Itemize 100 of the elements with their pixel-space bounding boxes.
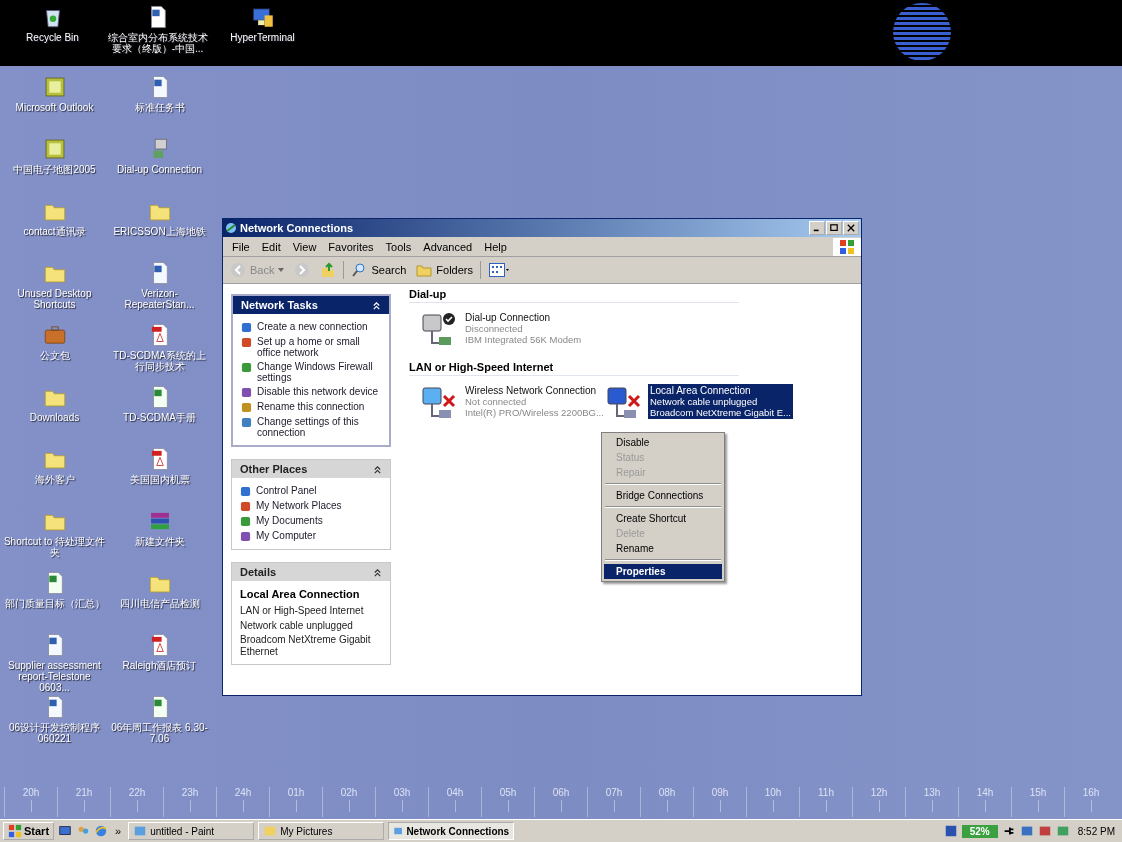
panel-title: Network Tasks: [241, 299, 318, 311]
task-icon: [241, 322, 252, 333]
window-icon: [263, 824, 278, 838]
hour-label: 22h: [128, 787, 146, 798]
connection-device: IBM Integrated 56K Modem: [465, 334, 582, 345]
menu-item[interactable]: File: [227, 239, 255, 254]
task-link[interactable]: Change settings of this connection: [257, 416, 381, 438]
clock: 8:52 PM: [1076, 825, 1116, 837]
hour-label: 16h: [1082, 787, 1100, 798]
menu-item[interactable]: Properties: [604, 564, 722, 579]
hour-label: 07h: [605, 787, 623, 798]
folder-up-icon: [320, 262, 337, 278]
task-icon: [240, 501, 251, 512]
hour-label: 09h: [711, 787, 729, 798]
hour-label: 11h: [818, 787, 834, 798]
group-heading: Dial-up: [409, 288, 739, 303]
hour-label: 12h: [870, 787, 888, 798]
taskbar-button[interactable]: untitled - Paint: [128, 822, 255, 840]
overflow-chevron[interactable]: »: [112, 825, 125, 837]
caret-icon: [278, 268, 285, 272]
connection-status: Disconnected: [465, 323, 524, 334]
hour-label: 06h: [552, 787, 570, 798]
menu-item[interactable]: Rename: [604, 541, 722, 556]
menu-item[interactable]: Disable: [604, 435, 722, 450]
window-icon: [133, 824, 148, 838]
minimize-button[interactable]: [809, 221, 825, 235]
hour-label: 23h: [181, 787, 199, 798]
task-link[interactable]: My Computer: [256, 530, 316, 541]
task-icon: [240, 516, 251, 527]
taskbar-button[interactable]: My Pictures: [258, 822, 385, 840]
task-icon: [240, 531, 251, 542]
connection-name[interactable]: Wireless Network Connection: [465, 385, 604, 396]
hour-label: 01h: [287, 787, 305, 798]
menu-item[interactable]: Tools: [380, 239, 417, 254]
folder-icon: [416, 262, 433, 278]
details-text: Broadcom NetXtreme Gigabit Ethernet: [240, 634, 372, 657]
details-text: LAN or High-Speed Internet: [240, 605, 365, 617]
views-icon: [488, 263, 510, 277]
tray-icon[interactable]: [1037, 824, 1052, 838]
maximize-icon: [830, 224, 838, 232]
menu-item[interactable]: View: [287, 239, 322, 254]
connection-name[interactable]: Local Area Connection: [650, 385, 791, 396]
window-title: Network Connections: [240, 222, 355, 234]
connection-device: Intel(R) PRO/Wireless 2200BG...: [465, 407, 604, 418]
taskbar-button[interactable]: Network Connections: [388, 822, 515, 840]
task-link[interactable]: Create a new connection: [257, 321, 368, 332]
maximize-button[interactable]: [826, 221, 842, 235]
search-icon: [351, 262, 368, 278]
connection-status: Not connected: [465, 396, 528, 407]
group-heading: LAN or High-Speed Internet: [409, 361, 739, 376]
desktop-icon[interactable]: [58, 824, 73, 838]
menu-item[interactable]: Edit: [256, 239, 286, 254]
hour-label: 24h: [234, 787, 252, 798]
hour-label: 21h: [75, 787, 93, 798]
task-icon: [241, 387, 252, 398]
task-link[interactable]: Rename this connection: [257, 401, 365, 412]
panel-title: Details: [240, 566, 277, 578]
task-link[interactable]: My Network Places: [256, 500, 342, 511]
hour-label: 02h: [340, 787, 358, 798]
task-link[interactable]: Control Panel: [256, 485, 317, 496]
hour-label: 05h: [499, 787, 517, 798]
task-link[interactable]: Set up a home or small office network: [257, 336, 381, 358]
task-icon: [241, 417, 252, 428]
panel-title: Other Places: [240, 463, 308, 475]
icon-label[interactable]: 综合室内分布系统技术要求（终版）-中国...: [106, 32, 209, 54]
hour-label: 14h: [976, 787, 994, 798]
close-button[interactable]: [843, 221, 859, 235]
icon-label[interactable]: Recycle Bin: [26, 32, 79, 43]
search-button[interactable]: Search: [348, 260, 410, 280]
menu-item[interactable]: Create Shortcut: [604, 511, 722, 526]
hour-label: 20h: [22, 787, 40, 798]
network-icon: [225, 222, 237, 234]
task-icon: [241, 402, 252, 413]
menu-item[interactable]: Help: [479, 239, 512, 254]
start-button[interactable]: Start: [3, 822, 55, 840]
collapse-chevron-icon[interactable]: [373, 567, 382, 577]
task-icon: [241, 362, 252, 373]
task-link[interactable]: My Documents: [256, 515, 323, 526]
menu-item[interactable]: Bridge Connections: [604, 488, 722, 503]
hour-label: 08h: [658, 787, 676, 798]
close-icon: [847, 224, 855, 232]
connection-name[interactable]: Dial-up Connection: [465, 312, 582, 323]
connection-status: Network cable unplugged: [650, 396, 759, 407]
menu-item[interactable]: Advanced: [418, 239, 478, 254]
task-icon: [240, 486, 251, 497]
menu-item[interactable]: Favorites: [323, 239, 379, 254]
task-icon: [241, 337, 252, 348]
connection-device: Broadcom NetXtreme Gigabit E...: [650, 407, 791, 418]
folders-button[interactable]: Folders: [413, 260, 476, 280]
browser-icon[interactable]: [94, 824, 109, 838]
task-link[interactable]: Disable this network device: [257, 386, 379, 397]
windows-logo-icon: [8, 824, 22, 838]
task-link[interactable]: Change Windows Firewall settings: [257, 361, 381, 383]
hour-label: 04h: [446, 787, 464, 798]
details-heading: Local Area Connection: [240, 588, 361, 600]
icon-label[interactable]: HyperTerminal: [230, 32, 295, 43]
collapse-chevron-icon[interactable]: [373, 464, 382, 474]
hour-label: 10h: [764, 787, 782, 798]
hour-label: 03h: [393, 787, 411, 798]
hour-label: 15h: [1029, 787, 1047, 798]
